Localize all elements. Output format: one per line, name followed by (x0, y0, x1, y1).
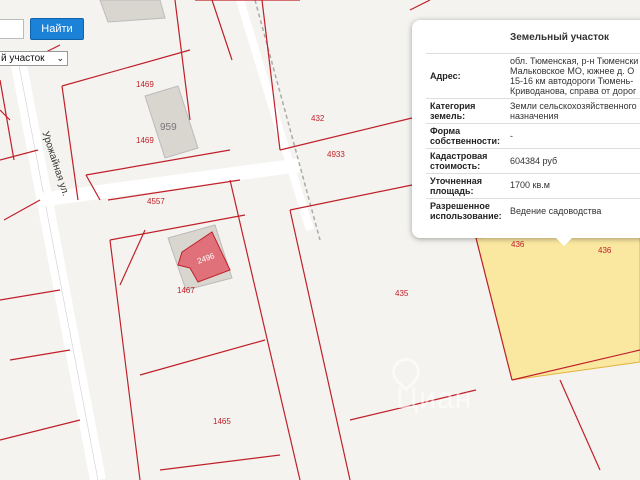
divider (426, 173, 640, 174)
category-value: Земли сельскохозяйственного (510, 101, 637, 111)
chevron-down-icon: ⌄ (56, 53, 64, 63)
building-top[interactable] (99, 0, 166, 23)
parcel-label: 4557 (147, 197, 165, 206)
parcel-label: 1467 (177, 286, 195, 295)
parcel-label: 432 (311, 114, 325, 123)
address-line: Мальковское МО, южнее д. О (510, 66, 635, 76)
parcel-label: 436 (598, 246, 612, 255)
parcel-label: 435 (395, 289, 409, 298)
category-key: земель: (430, 111, 466, 121)
divider (426, 123, 640, 124)
address-line: Криводанова, справа от дорог (510, 86, 637, 96)
cost-key: Кадастровая (430, 151, 488, 161)
area-value: 1700 кв.м (510, 180, 550, 190)
divider (426, 98, 640, 99)
parcel-label: 1469 (136, 136, 154, 145)
parcel-label: 1465 (213, 417, 231, 426)
search-input[interactable] (0, 19, 24, 39)
cost-value: 604384 руб (510, 156, 558, 166)
watermark: Циан (396, 382, 473, 415)
ownership-key: собственности: (430, 136, 500, 146)
ownership-key: Форма (430, 126, 461, 136)
use-key: использование: (430, 211, 502, 221)
parcel-label: 1469 (136, 80, 154, 89)
category-key: Категория (430, 101, 476, 111)
divider (426, 53, 640, 54)
popup-tail (554, 236, 574, 246)
use-value: Ведение садоводства (510, 206, 602, 216)
use-key: Разрешенное (430, 201, 490, 211)
select-value: й участок (1, 53, 45, 64)
divider (426, 198, 640, 199)
popup-title: Земельный участок (510, 32, 610, 43)
object-type-select[interactable]: й участок ⌄ (0, 51, 68, 66)
address-key: Адрес: (430, 71, 461, 81)
parcel-info-popup: Земельный участок Адрес: обл. Тюменская,… (412, 20, 640, 238)
parcel-label: 436 (511, 240, 525, 249)
find-button[interactable]: Найти (30, 18, 84, 40)
divider (426, 148, 640, 149)
address-line: обл. Тюменская, р-н Тюменски (510, 56, 639, 66)
parcel-label: 4933 (327, 150, 345, 159)
building-number: 959 (160, 122, 177, 133)
area-key: площадь: (430, 186, 474, 196)
cost-key: стоимость: (430, 161, 481, 171)
address-line: 15-16 км автодороги Тюмень- (510, 76, 634, 86)
area-key: Уточненная (430, 176, 482, 186)
ownership-value: - (510, 131, 513, 141)
category-value: назначения (510, 111, 559, 121)
